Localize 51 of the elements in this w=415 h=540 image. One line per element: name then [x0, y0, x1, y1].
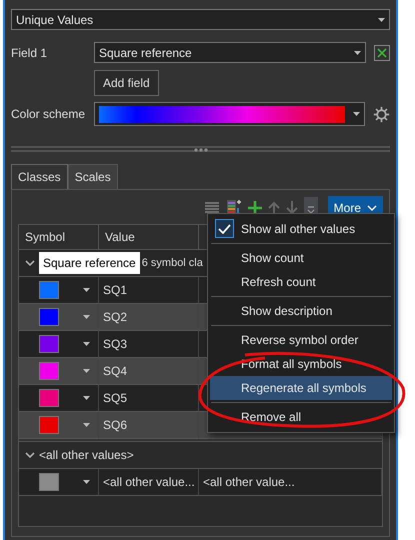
symbol-swatch[interactable] [39, 308, 59, 326]
menu-item[interactable]: Show description [210, 299, 392, 323]
color-scheme-label: Color scheme [11, 106, 86, 123]
caret-icon[interactable] [83, 315, 90, 319]
table-cell: SQ6 [99, 412, 199, 439]
symbol-swatch[interactable] [39, 335, 59, 353]
caret-icon[interactable] [378, 18, 385, 22]
table-cell: SQ2 [99, 304, 199, 331]
symbol-swatch[interactable] [39, 362, 59, 380]
chevron-icon [367, 205, 377, 211]
settings-icon[interactable] [373, 106, 390, 122]
caret-icon[interactable] [353, 112, 360, 116]
caret-icon[interactable] [83, 369, 90, 373]
table-cell: <all other value... [99, 469, 199, 496]
symbol-swatch[interactable] [39, 416, 59, 434]
chevron-icon[interactable] [25, 260, 35, 266]
symbol-swatch[interactable] [39, 473, 59, 491]
group-heading: Square reference [39, 252, 140, 274]
caret-icon[interactable] [83, 288, 90, 292]
method-dropdown[interactable]: Unique Values [11, 9, 390, 30]
caret-icon[interactable] [83, 396, 90, 400]
add-icon[interactable] [248, 201, 262, 215]
tab[interactable]: Classes [11, 164, 68, 189]
caret-icon[interactable] [83, 480, 90, 484]
table-cell: SQ4 [99, 358, 199, 385]
field-label: Field 1 [11, 44, 48, 62]
menu-item[interactable]: Refresh count [210, 270, 392, 294]
color-scheme-dropdown[interactable] [94, 102, 365, 126]
table-cell: SQ5 [99, 385, 199, 412]
class-count: 6 symbol cla [142, 256, 203, 271]
group-heading: <all other values> [39, 447, 134, 464]
add-field-button[interactable]: Add field [94, 70, 159, 96]
caret-icon[interactable] [354, 50, 361, 54]
table-cell: SQ1 [99, 277, 199, 304]
column-header[interactable]: Symbol [19, 225, 99, 250]
menu-item[interactable]: Reverse symbol order [210, 328, 392, 352]
table-cell: <all other value... [199, 469, 382, 496]
caret-icon[interactable] [83, 423, 90, 427]
menu-item[interactable]: Regenerate all symbols [210, 376, 392, 400]
menu-item[interactable]: Remove all [210, 405, 392, 429]
symbol-swatch[interactable] [39, 389, 59, 407]
menu-item[interactable]: Show all other values [210, 217, 392, 241]
column-header[interactable]: Value [99, 225, 199, 250]
remove-field-icon[interactable] [374, 44, 390, 60]
symbol-swatch[interactable] [39, 281, 59, 299]
tab[interactable]: Scales [68, 164, 118, 189]
chevron-icon[interactable] [25, 452, 35, 458]
caret-icon[interactable] [83, 342, 90, 346]
field-dropdown[interactable]: Square reference [94, 42, 366, 63]
menu-item[interactable]: Show count [210, 246, 392, 270]
table-cell: SQ3 [99, 331, 199, 358]
